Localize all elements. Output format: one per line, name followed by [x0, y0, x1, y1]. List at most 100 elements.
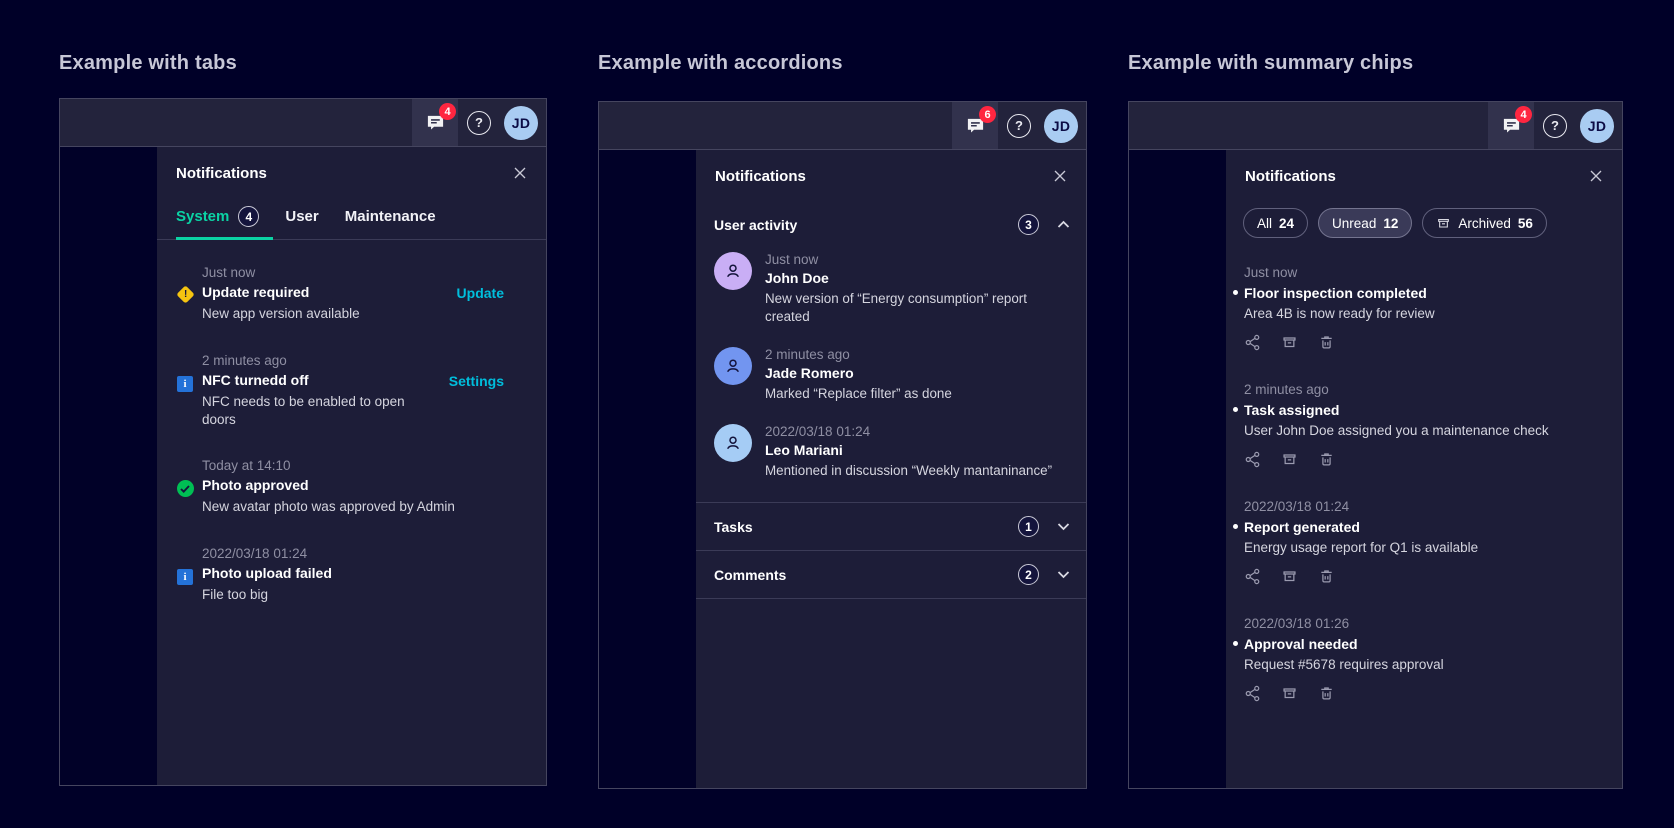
- notification-item: Just now Floor inspection completed Area…: [1233, 265, 1606, 351]
- notification-list: Just now Floor inspection completed Area…: [1226, 238, 1622, 702]
- share-button[interactable]: [1244, 685, 1261, 702]
- share-button[interactable]: [1244, 334, 1261, 351]
- close-button[interactable]: [508, 161, 532, 185]
- update-link[interactable]: Update: [457, 284, 504, 301]
- share-icon: [1245, 334, 1260, 351]
- share-icon: [1245, 685, 1260, 702]
- accordion-label: Tasks: [714, 518, 753, 535]
- notification-description: Area 4B is now ready for review: [1244, 306, 1435, 321]
- settings-link[interactable]: Settings: [449, 372, 504, 389]
- activity-time: 2022/03/18 01:24: [765, 424, 871, 440]
- archive-button[interactable]: [1281, 685, 1298, 702]
- chip-all[interactable]: All 24: [1243, 208, 1309, 238]
- tab-bar: System 4 User Maintenance: [157, 193, 546, 240]
- avatar[interactable]: JD: [1580, 108, 1614, 143]
- help-button[interactable]: ?: [458, 99, 500, 146]
- chip-label: Unread: [1332, 215, 1377, 231]
- archive-icon: [1283, 337, 1296, 348]
- activity-description: Mentioned in discussion “Weekly mantanin…: [765, 463, 1053, 479]
- share-button[interactable]: [1244, 568, 1261, 585]
- delete-button[interactable]: [1318, 568, 1335, 585]
- help-icon: ?: [1543, 113, 1567, 138]
- close-button[interactable]: [1584, 164, 1608, 188]
- app-content-strip: [1129, 150, 1226, 788]
- window-chips-example: 4 ? JD Notifications All 24 Unread 12 Ar…: [1128, 101, 1623, 789]
- example-heading-tabs: Example with tabs: [59, 52, 237, 74]
- notifications-chat-button[interactable]: 4: [412, 99, 458, 146]
- activity-description: Marked “Replace filter” as done: [765, 386, 952, 402]
- app-topbar: 6 ? JD: [599, 102, 1086, 150]
- notifications-panel: Notifications User activity 3 Just now J…: [696, 150, 1086, 788]
- item-actions: [1244, 685, 1606, 702]
- archive-icon: [1438, 218, 1450, 228]
- chevron-down-icon: [1057, 523, 1070, 531]
- archive-button[interactable]: [1281, 568, 1298, 585]
- notification-description: NFC needs to be enabled to open doors: [202, 393, 405, 427]
- chip-label: Archived: [1458, 215, 1511, 231]
- accordion-section-tasks: Tasks 1: [696, 502, 1086, 552]
- notifications-panel: Notifications System 4 User Maintenance …: [157, 147, 546, 785]
- trash-icon: [1321, 570, 1332, 583]
- tab-count-badge: 4: [238, 206, 260, 227]
- notifications-chat-button[interactable]: 4: [1488, 102, 1534, 149]
- accordion-count-badge: 3: [1018, 214, 1039, 235]
- notifications-chat-button[interactable]: 6: [952, 102, 998, 149]
- notification-title: Approval needed: [1233, 636, 1606, 652]
- close-button[interactable]: [1048, 164, 1072, 188]
- help-button[interactable]: ?: [998, 102, 1040, 149]
- tab-system[interactable]: System 4: [176, 197, 285, 240]
- close-icon: [514, 167, 526, 179]
- notification-description: New avatar photo was approved by Admin: [202, 499, 455, 515]
- archive-button[interactable]: [1281, 334, 1298, 351]
- accordion-section-comments: Comments 2: [696, 551, 1086, 600]
- notification-title: Photo approved: [202, 477, 309, 494]
- activity-item: 2022/03/18 01:24 Leo Mariani Mentioned i…: [714, 424, 1072, 480]
- accordion-header-user-activity[interactable]: User activity 3: [696, 201, 1086, 248]
- avatar[interactable]: JD: [1044, 108, 1078, 143]
- notification-description: File too big: [202, 587, 269, 603]
- chip-unread[interactable]: Unread 12: [1318, 208, 1413, 238]
- item-actions: [1244, 334, 1606, 351]
- trash-icon: [1321, 453, 1332, 466]
- info-icon: i: [177, 569, 193, 586]
- notification-time: 2022/03/18 01:24: [202, 546, 308, 562]
- trash-icon: [1321, 687, 1332, 700]
- help-icon: ?: [467, 110, 491, 135]
- tab-label: System: [176, 208, 230, 225]
- activity-item: Just now John Doe New version of “Energy…: [714, 252, 1072, 326]
- archive-icon: [1283, 688, 1296, 699]
- trash-icon: [1321, 336, 1332, 349]
- share-icon: [1245, 568, 1260, 585]
- share-button[interactable]: [1244, 451, 1261, 468]
- app-topbar: 4 ? JD: [1129, 102, 1622, 150]
- notification-count-badge: 6: [979, 106, 996, 123]
- accordion-header-tasks[interactable]: Tasks 1: [696, 503, 1086, 550]
- accordion-header-comments[interactable]: Comments 2: [696, 551, 1086, 598]
- summary-chips-row: All 24 Unread 12 Archived 56: [1226, 196, 1622, 238]
- notification-description: New app version available: [202, 306, 360, 321]
- app-content-strip: [60, 147, 157, 785]
- help-button[interactable]: ?: [1534, 102, 1576, 149]
- warning-icon: !: [175, 285, 195, 304]
- chip-archived[interactable]: Archived 56: [1422, 208, 1547, 238]
- notification-time: Just now: [202, 265, 256, 280]
- accordion-count-badge: 2: [1018, 564, 1039, 586]
- tab-maintenance[interactable]: Maintenance: [345, 197, 462, 239]
- close-icon: [1054, 170, 1066, 182]
- notification-title: Update required: [202, 284, 310, 300]
- archive-button[interactable]: [1281, 451, 1298, 468]
- accordion-content: Just now John Doe New version of “Energy…: [696, 248, 1086, 502]
- delete-button[interactable]: [1318, 685, 1335, 702]
- delete-button[interactable]: [1318, 451, 1335, 468]
- tab-user[interactable]: User: [285, 197, 344, 239]
- notification-item: i 2022/03/18 01:24 Photo upload failed F…: [176, 546, 504, 604]
- item-actions: [1244, 568, 1606, 585]
- notification-time: Just now: [1244, 265, 1298, 280]
- app-content-strip: [599, 150, 696, 788]
- share-icon: [1245, 451, 1260, 468]
- delete-button[interactable]: [1318, 334, 1335, 351]
- panel-title: Notifications: [715, 167, 806, 185]
- accordion-count-badge: 1: [1018, 516, 1039, 538]
- avatar[interactable]: JD: [504, 105, 538, 140]
- user-avatar-icon: [714, 252, 752, 290]
